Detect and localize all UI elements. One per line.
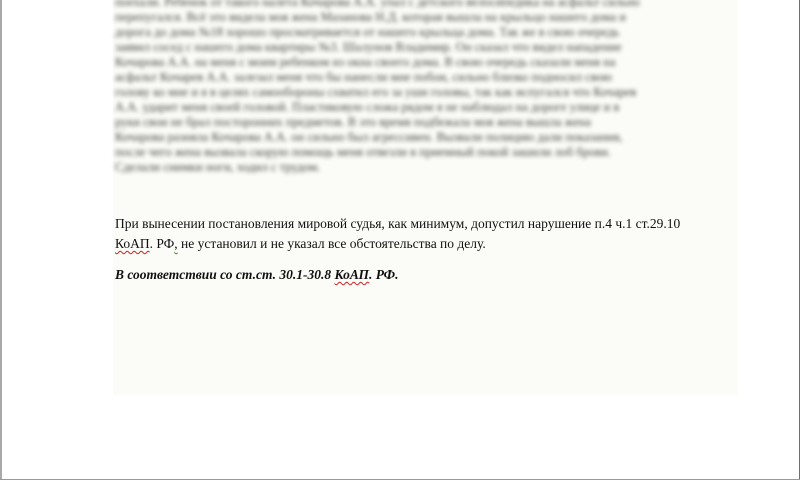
paragraph-text: . РФ. xyxy=(369,267,399,282)
document-viewport: поехали. Ребенок от такого налета Кочаро… xyxy=(0,0,800,480)
blurred-paragraph: поехали. Ребенок от такого налета Кочаро… xyxy=(115,0,733,175)
paragraph-text: . РФ xyxy=(149,236,175,251)
spellcheck-word: КоАП xyxy=(334,267,370,282)
blurred-line: Сделали снимки ноги, ходил с трудом. xyxy=(115,160,321,174)
blurred-line: после чего жена вызвала скорую помощь ме… xyxy=(115,145,611,159)
blurred-line: А.А. ударит меня своей головой. Пластико… xyxy=(115,100,620,114)
blurred-line: Кочарова разняла Кочарова А.А. он сильно… xyxy=(115,130,623,144)
blurred-line: асфальт Кочарев А.А. залезал меня что бы… xyxy=(115,70,613,84)
blurred-line: перепугался. Всё это видела моя жена Маз… xyxy=(115,10,626,24)
blurred-line: голову ко мне и я в целях самообороны сх… xyxy=(115,85,637,99)
spellcheck-word: КоАП xyxy=(115,236,150,251)
blurred-line: дорога до дома №18 хорошо просматриваетс… xyxy=(115,25,620,39)
paragraph-text: В соответствии со ст.ст. 30.1-30.8 xyxy=(115,267,335,282)
paragraph-violation: При вынесении постановления мировой судь… xyxy=(115,214,735,254)
paragraph-text: не установил и не указал все обстоятельс… xyxy=(177,236,486,251)
window-left-border xyxy=(0,0,2,480)
blurred-line: поехали. Ребенок от такого налета Кочаро… xyxy=(115,0,640,9)
paragraph-legal-reference: В соответствии со ст.ст. 30.1-30.8 КоАП.… xyxy=(115,265,735,285)
blurred-line: руки свои не брал посторонних предметов.… xyxy=(115,115,591,129)
paragraph-text: При вынесении постановления мировой судь… xyxy=(115,216,681,231)
document-page[interactable]: поехали. Ребенок от такого налета Кочаро… xyxy=(113,0,738,395)
blurred-line: Кочарова А.А. на меня с моим ребенком из… xyxy=(115,55,616,69)
blurred-line: заявил сосед с нашего дома квартиры №3. … xyxy=(115,40,622,54)
